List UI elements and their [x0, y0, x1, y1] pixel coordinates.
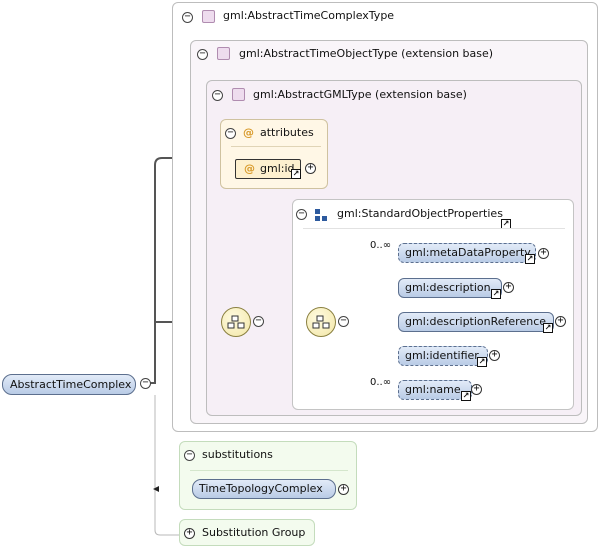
expand-toggle-description[interactable]: +: [503, 282, 514, 293]
expand-toggle-identifier[interactable]: +: [489, 350, 500, 361]
collapse-toggle-gml-type[interactable]: −: [212, 90, 223, 101]
reference-icon: ↗: [543, 323, 553, 333]
expand-toggle-descriptionreference[interactable]: +: [555, 316, 566, 327]
collapse-toggle-complex-type[interactable]: −: [182, 12, 193, 23]
group-icon: [315, 209, 327, 221]
substitution-group-box: + Substitution Group: [179, 519, 315, 546]
attribute-at-icon: @: [244, 162, 255, 175]
element-identifier[interactable]: gml:identifier ↗: [398, 346, 488, 367]
sequence-compositor-inner: [306, 307, 336, 337]
root-element[interactable]: AbstractTimeComplex: [2, 374, 136, 395]
element-description[interactable]: gml:description ↗: [398, 278, 502, 299]
reference-icon: ↗: [491, 289, 501, 299]
reference-icon: ↗: [291, 169, 301, 179]
reference-icon: ↗: [461, 391, 471, 401]
collapse-toggle-standard-properties[interactable]: −: [296, 209, 307, 220]
substitutions-box: − substitutions: [179, 441, 357, 510]
attribute-gml-id[interactable]: @ gml:id ↗: [235, 159, 301, 179]
complex-type-name: gml:AbstractTimeComplexType: [223, 9, 395, 22]
attributes-divider: [231, 146, 321, 147]
element-metadataproperty[interactable]: gml:metaDataProperty ↗: [398, 243, 536, 264]
expand-toggle-timetopologycomplex[interactable]: +: [338, 484, 349, 495]
cardinality-label: 0..∞: [370, 377, 392, 388]
object-type-name: gml:AbstractTimeObjectType (extension ba…: [239, 47, 494, 60]
collapse-toggle-object-type[interactable]: −: [197, 49, 208, 60]
gml-type-name: gml:AbstractGMLType (extension base): [253, 88, 467, 101]
collapse-toggle-sequence-inner[interactable]: −: [338, 316, 349, 327]
substitution-timetopologycomplex[interactable]: TimeTopologyComplex: [192, 479, 336, 499]
object-type-icon: [217, 47, 230, 60]
cardinality-label: 0..∞: [370, 240, 392, 251]
element-descriptionreference[interactable]: gml:descriptionReference ↗: [398, 312, 554, 333]
attributes-at-icon: @: [243, 126, 254, 139]
element-label: gml:description: [405, 281, 491, 294]
collapse-toggle-attributes[interactable]: −: [225, 128, 236, 139]
complex-type-icon: [202, 10, 215, 23]
expand-toggle-substitution-group[interactable]: +: [184, 528, 195, 539]
substitutions-title: substitutions: [202, 448, 273, 461]
root-element-label: AbstractTimeComplex: [10, 378, 132, 391]
substitution-label: TimeTopologyComplex: [199, 482, 323, 495]
standard-properties-divider: [303, 228, 565, 229]
reference-icon: ↗: [525, 254, 535, 264]
collapse-toggle-root[interactable]: −: [140, 378, 151, 389]
attribute-gml-id-label: gml:id: [260, 162, 295, 175]
collapse-toggle-substitutions[interactable]: −: [184, 450, 195, 461]
collapse-toggle-sequence-outer[interactable]: −: [253, 316, 264, 327]
expand-toggle-gml-id[interactable]: +: [305, 163, 316, 174]
substitution-group-title: Substitution Group: [202, 526, 306, 539]
gml-type-icon: [232, 88, 245, 101]
element-label: gml:descriptionReference: [405, 315, 547, 328]
attributes-box: − @ attributes @ gml:id ↗ +: [220, 119, 328, 189]
element-label: gml:name: [405, 383, 461, 396]
sequence-compositor-outer: [221, 307, 251, 337]
standard-properties-name: gml:StandardObjectProperties: [337, 207, 503, 220]
reference-icon: ↗: [477, 357, 487, 367]
element-label: gml:identifier: [405, 349, 479, 362]
expand-toggle-name[interactable]: +: [471, 384, 482, 395]
standard-properties-box: − gml:StandardObjectProperties ↗: [292, 199, 574, 410]
element-name[interactable]: gml:name ↗: [398, 380, 472, 401]
attributes-title: attributes: [260, 126, 314, 139]
element-label: gml:metaDataProperty: [405, 246, 531, 259]
expand-toggle-metadataproperty[interactable]: +: [538, 248, 549, 259]
substitutions-divider: [190, 470, 348, 471]
